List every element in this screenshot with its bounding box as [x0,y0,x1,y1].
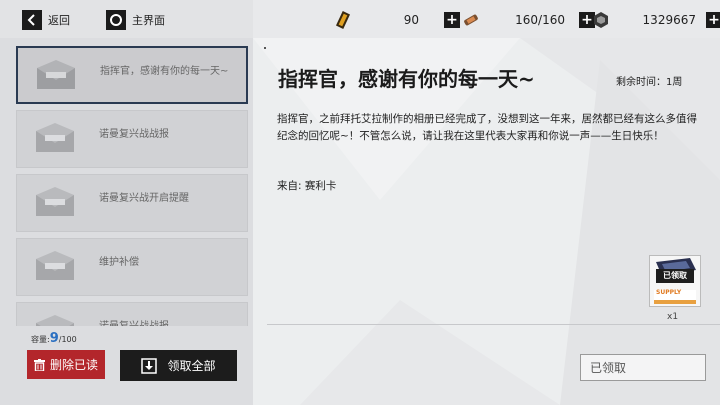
mail-list[interactable]: 指挥官，感谢有你的每一天~ 诺曼复兴战战报 诺曼复兴战开启提醒 维护补偿 诺曼复… [16,46,248,326]
mail-item[interactable]: 诺曼复兴战战报 [16,302,248,326]
envelope-icon [36,187,74,216]
back-arrow-icon [22,10,42,30]
ammo-icon [333,10,353,30]
core-value: 1329667 [642,13,696,27]
mail-detail-panel: 指挥官，感谢有你的每一天~ 剩余时间：1周 指挥官，之前拜托艾拉制作的相册已经完… [253,38,720,405]
download-icon [141,357,158,374]
envelope-icon [36,251,74,280]
mail-title: 诺曼复兴战开启提醒 [99,193,189,204]
add-ammo-button[interactable]: + [444,12,460,28]
home-label: 主界面 [132,14,165,27]
trash-icon [33,358,45,371]
mail-detail-title: 指挥官，感谢有你的每一天~ [278,67,535,91]
envelope-icon [36,315,74,326]
envelope-icon [36,123,74,152]
ration-value: 160/160 [515,13,565,27]
ammo-value: 90 [403,13,419,27]
mail-sender: 来自: 赛利卡 [277,180,337,192]
resource-ammo: 90 + [333,9,460,31]
claim-all-button[interactable]: 领取全部 [120,350,237,381]
envelope-icon [37,60,75,89]
attachment-quantity: x1 [667,312,679,322]
resource-ration: 160/160 + [461,9,595,31]
back-label: 返回 [48,14,70,27]
remaining-time: 剩余时间：1周 [616,77,683,88]
attachment-item[interactable]: 已领取 SUPPLY [649,255,701,307]
ration-icon [461,10,481,30]
divider [267,324,720,325]
capacity-current: 9 [49,331,59,346]
mail-title: 指挥官，感谢有你的每一天~ [100,66,229,77]
mail-title: 维护补偿 [99,257,139,268]
add-core-button[interactable]: + [706,12,720,28]
decoration-dot [264,47,266,49]
delete-read-button[interactable]: 删除已读 [27,350,105,379]
mail-item[interactable]: 诺曼复兴战开启提醒 [16,174,248,232]
home-circle-icon [106,10,126,30]
mail-title: 诺曼复兴战战报 [99,129,169,140]
claim-all-label: 领取全部 [167,359,216,373]
mail-item[interactable]: 诺曼复兴战战报 [16,110,248,168]
capacity-max: /100 [58,335,77,344]
mail-item-selected[interactable]: 指挥官，感谢有你的每一天~ [16,46,248,104]
core-icon [591,10,611,30]
claimed-tag: 已领取 [656,269,694,283]
top-bar: 返回 主界面 90 + 160/160 + 1329667 + [0,0,720,40]
supply-caption: SUPPLY [656,289,682,296]
back-button[interactable]: 返回 [22,10,70,30]
mailbox-capacity: 容量: 9 /100 [31,331,77,346]
mail-list-panel: 指挥官，感谢有你的每一天~ 诺曼复兴战战报 诺曼复兴战开启提醒 维护补偿 诺曼复… [0,38,253,405]
mail-body: 指挥官，之前拜托艾拉制作的相册已经完成了，没想到这一年来，居然都已经有这么多值得… [277,113,697,142]
home-button[interactable]: 主界面 [106,10,165,30]
mail-title: 诺曼复兴战战报 [99,317,169,326]
claimed-label: 已领取 [590,361,627,375]
delete-read-label: 删除已读 [49,358,98,372]
mail-item[interactable]: 维护补偿 [16,238,248,296]
claimed-button[interactable]: 已领取 [580,354,706,381]
resource-core: 1329667 + [591,9,720,31]
capacity-label: 容量: [31,335,50,344]
